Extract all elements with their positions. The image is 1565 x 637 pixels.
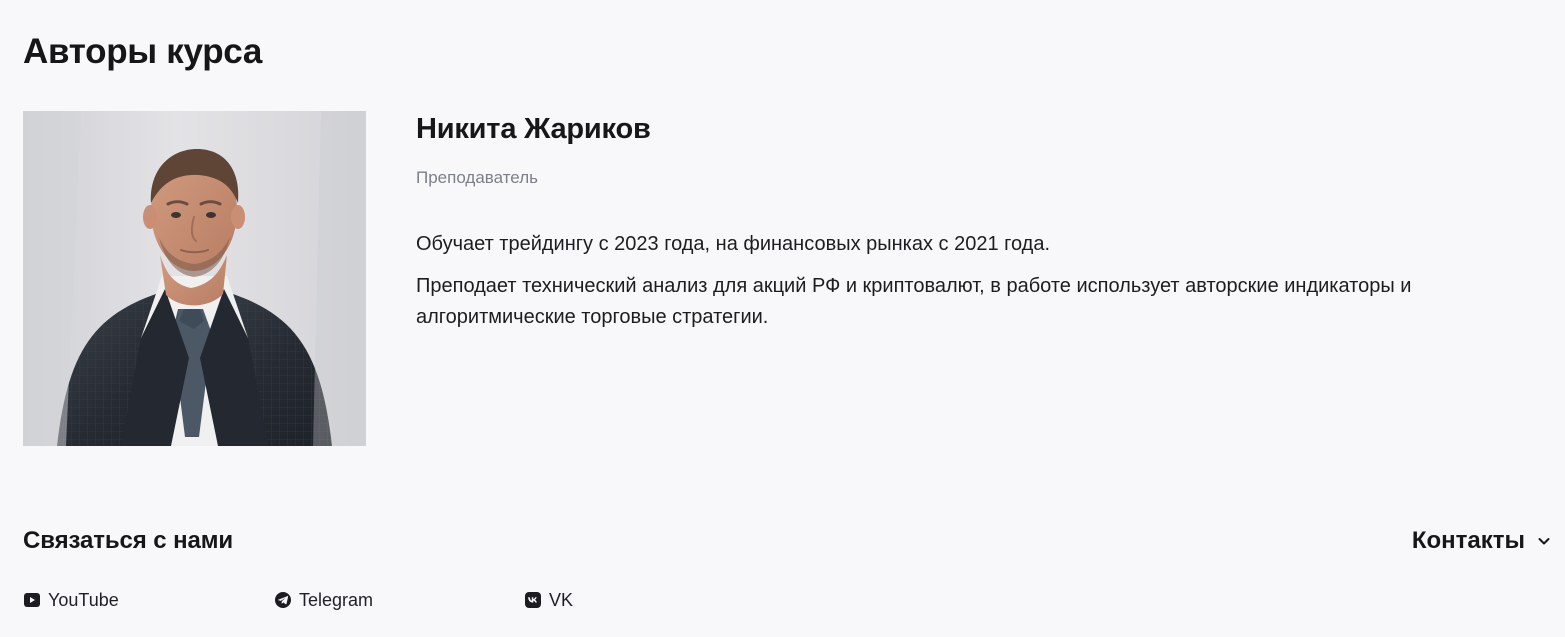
contact-us-title: Связаться с нами [23,527,234,554]
vk-link[interactable]: VK [524,589,573,611]
vk-label: VK [549,590,574,610]
author-role: Преподаватель [416,168,538,187]
author-bio-paragraph: Преподает технический анализ для акций Р… [416,275,1412,328]
section-title: Авторы курса [23,32,263,71]
telegram-icon [274,591,292,609]
author-photo [23,111,366,446]
youtube-icon [23,591,41,609]
vk-icon [524,591,542,609]
youtube-link[interactable]: YouTube [23,589,119,611]
telegram-label: Telegram [299,590,374,610]
chevron-down-icon [1535,532,1553,550]
author-card: Никита Жариков Преподаватель Обучает тре… [23,111,1543,446]
author-bio-paragraph: Обучает трейдингу с 2023 года, на финанс… [416,233,1051,255]
contacts-dropdown-button[interactable]: Контакты [1412,525,1553,556]
author-bio: Обучает трейдингу с 2023 года, на финанс… [416,229,1531,333]
contacts-label: Контакты [1411,527,1525,554]
author-info: Никита Жариков Преподаватель Обучает тре… [416,111,1531,344]
youtube-label: YouTube [48,590,119,610]
author-name: Никита Жариков [416,113,651,145]
telegram-link[interactable]: Telegram [274,589,373,611]
